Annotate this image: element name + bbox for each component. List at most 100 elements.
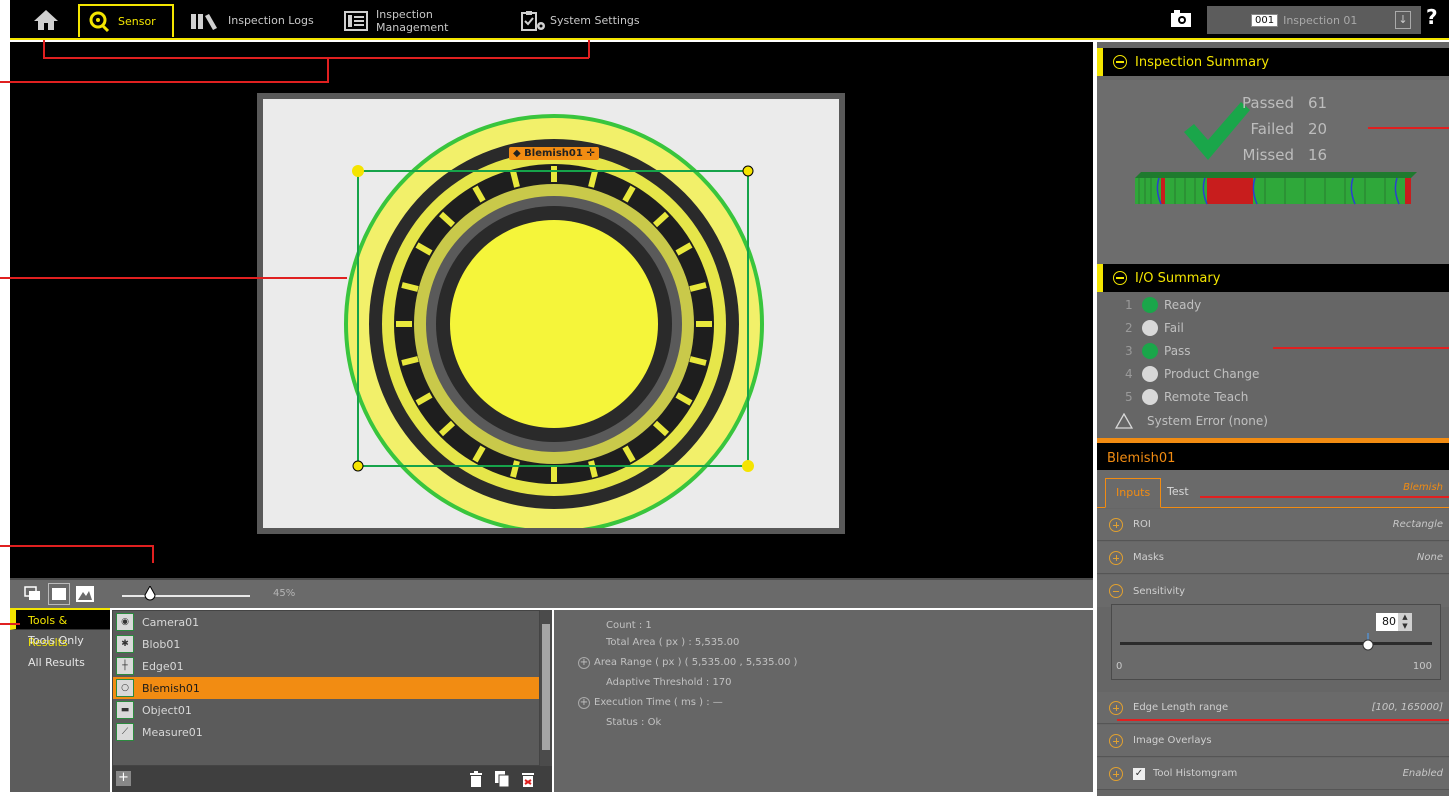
measure-tool-icon: ⟋ — [116, 723, 134, 741]
filter-all-results[interactable]: All Results — [10, 652, 110, 674]
zoom-slider-track[interactable] — [122, 595, 250, 597]
delete-all-button[interactable] — [520, 770, 536, 788]
tab-test[interactable]: Test — [1157, 478, 1199, 508]
books-icon — [190, 12, 220, 30]
list-item[interactable]: ◉ Camera01 — [113, 611, 539, 633]
expand-icon — [1109, 733, 1123, 748]
blob-tool-icon: ✱ — [116, 635, 134, 653]
io-number: 5 — [1125, 390, 1133, 404]
io-number: 3 — [1125, 344, 1133, 358]
tab-sensor[interactable]: Sensor — [78, 4, 174, 37]
tool-name: Measure01 — [142, 725, 203, 739]
tool-list-scrollbar[interactable] — [540, 610, 552, 766]
tab-inspection-logs[interactable]: Inspection Logs — [182, 4, 322, 37]
tab-sensor-label: Sensor — [118, 15, 156, 28]
edge-length-label: Edge Length range — [1133, 702, 1229, 713]
history-bar-chart — [1135, 172, 1417, 205]
tab-inspection-management[interactable]: Inspection Management — [336, 4, 506, 37]
image-view-button[interactable] — [74, 583, 96, 605]
inspection-number: 001 — [1251, 13, 1279, 27]
io-summary-header[interactable]: I/O Summary — [1097, 264, 1449, 292]
list-item[interactable]: ⟋ Measure01 — [113, 721, 539, 743]
callout-line — [1200, 496, 1449, 498]
result-status: Status : Ok — [606, 717, 662, 728]
tab-system-settings[interactable]: System Settings — [512, 4, 642, 37]
io-label: Pass — [1164, 344, 1191, 358]
add-tool-button[interactable]: + — [116, 771, 131, 786]
list-item[interactable]: ┼ Edge01 — [113, 655, 539, 677]
clipboard-gear-icon — [520, 10, 548, 32]
trash-red-icon — [522, 773, 534, 787]
capture-button[interactable] — [1170, 9, 1192, 31]
help-button[interactable]: ? — [1426, 5, 1438, 29]
copy-tool-button[interactable] — [494, 770, 510, 788]
tab-inputs[interactable]: Inputs — [1105, 478, 1162, 508]
inspection-selector[interactable]: 001 Inspection 01 ↓ — [1207, 6, 1421, 34]
result-exec-time-row[interactable]: + Execution Time ( ms ) : — — [578, 697, 723, 709]
overlay-toggle-button[interactable] — [22, 583, 44, 605]
result-count: Count : 1 — [606, 620, 652, 631]
io-summary-title: I/O Summary — [1135, 270, 1221, 286]
sensitivity-slider-handle[interactable] — [1362, 633, 1374, 655]
filter-tools-results[interactable]: Tools & Results — [10, 608, 110, 649]
result-adaptive-threshold: Adaptive Threshold : 170 — [606, 677, 732, 688]
sensitivity-min: 0 — [1116, 661, 1123, 672]
scrollbar-thumb[interactable] — [542, 624, 550, 750]
io-summary-panel: 1 Ready 2 Fail 3 Pass 4 Product Change 5 Remo… — [1097, 292, 1449, 438]
image-fit-icon — [52, 588, 66, 600]
inspection-image[interactable]: ◆ Blemish01 ✛ — [257, 93, 845, 534]
list-item[interactable]: ✱ Blob01 — [113, 633, 539, 655]
sensitivity-editor: 80 ▲ ▼ 0 100 — [1111, 604, 1441, 680]
result-area-range-row[interactable]: + Area Range ( px ) ( 5,535.00 , 5,535.00… — [578, 657, 797, 669]
callout-line — [43, 40, 45, 58]
layers-icon — [24, 586, 40, 600]
system-error-text: System Error (none) — [1147, 414, 1268, 428]
missed-label: Missed — [1242, 146, 1295, 164]
list-item[interactable]: ○ Blemish01 — [113, 677, 539, 699]
tool-type-label: Blemish — [1403, 482, 1443, 493]
io-row: 2 Fail — [1125, 317, 1184, 339]
fit-image-button[interactable] — [48, 583, 70, 605]
delete-tool-button[interactable] — [468, 770, 484, 788]
io-label: Product Change — [1164, 367, 1260, 381]
sensitivity-input[interactable]: 80 — [1376, 613, 1398, 631]
passed-label: Passed — [1242, 94, 1294, 112]
filter-tools-only[interactable]: Tools Only — [10, 630, 110, 652]
io-label: Remote Teach — [1164, 390, 1249, 404]
camera-tool-icon: ◉ — [116, 613, 134, 631]
tool-name: Blemish01 — [142, 681, 200, 695]
inspection-name: Inspection 01 — [1283, 13, 1358, 27]
inspection-summary-header[interactable]: Inspection Summary — [1097, 48, 1449, 76]
collapse-icon — [1113, 271, 1127, 285]
bearing-image — [263, 99, 839, 534]
callout-line — [0, 81, 328, 83]
tab-inspection-management-label: Inspection Management — [376, 7, 449, 34]
edge-length-value: [100, 165000] — [1371, 702, 1443, 713]
io-number: 4 — [1125, 367, 1133, 381]
sensitivity-stepper[interactable]: ▲ ▼ — [1398, 613, 1412, 631]
warning-icon — [1115, 413, 1133, 429]
image-overlays-label: Image Overlays — [1133, 735, 1212, 746]
app-window: Sensor Inspection Logs Inspection Manage… — [0, 0, 1449, 796]
roi-property[interactable]: ROI Rectangle — [1097, 509, 1449, 541]
roi-label[interactable]: ◆ Blemish01 ✛ — [509, 147, 599, 160]
tool-histogram-property[interactable]: ✓ Tool Histomgram Enabled — [1097, 758, 1449, 790]
image-overlays-property[interactable]: Image Overlays — [1097, 725, 1449, 757]
home-button[interactable] — [26, 6, 66, 34]
histogram-checkbox[interactable]: ✓ — [1133, 767, 1145, 780]
io-status-dot — [1142, 366, 1158, 382]
sensitivity-slider-track[interactable] — [1120, 642, 1432, 645]
sensitivity-label: Sensitivity — [1133, 585, 1186, 597]
object-tool-icon: ▬ — [116, 701, 134, 719]
masks-property[interactable]: Masks None — [1097, 542, 1449, 574]
sensitivity-property[interactable]: Sensitivity — [1097, 575, 1449, 607]
failed-label: Failed — [1250, 120, 1294, 138]
masks-value: None — [1416, 552, 1443, 563]
io-status-dot — [1142, 389, 1158, 405]
passed-count: 61 — [1308, 94, 1328, 112]
callout-line — [1273, 347, 1449, 349]
list-item[interactable]: ▬ Object01 — [113, 699, 539, 721]
result-area-range: Area Range ( px ) ( 5,535.00 , 5,535.00 … — [594, 657, 798, 668]
zoom-slider-handle[interactable] — [144, 584, 156, 606]
download-icon[interactable]: ↓ — [1395, 11, 1411, 29]
